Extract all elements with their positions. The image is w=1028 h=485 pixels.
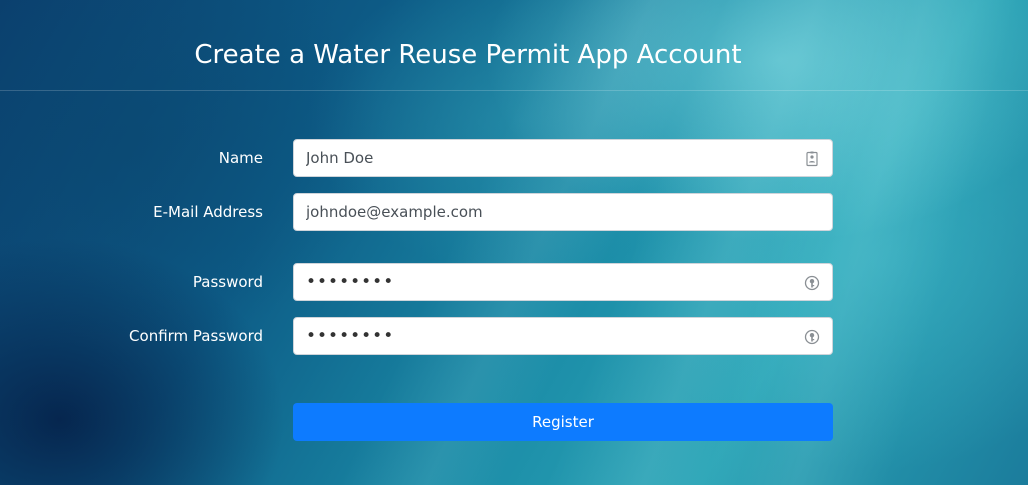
password-field-wrapper <box>293 263 833 301</box>
name-field-wrapper <box>293 139 833 177</box>
title-divider <box>0 90 1028 91</box>
name-label: Name <box>218 149 263 167</box>
password-input[interactable] <box>294 264 832 300</box>
password-label: Password <box>192 273 263 291</box>
key-icon[interactable] <box>804 275 820 291</box>
contact-card-icon[interactable] <box>804 151 820 167</box>
email-row: E-Mail Address <box>0 193 1028 231</box>
confirm-password-field-wrapper <box>293 317 833 355</box>
confirm-password-row: Confirm Password <box>0 317 1028 355</box>
name-row: Name <box>0 139 1028 177</box>
email-input[interactable] <box>294 194 832 230</box>
register-button[interactable]: Register <box>293 403 833 441</box>
confirm-password-input[interactable] <box>294 318 832 354</box>
page-title: Create a Water Reuse Permit App Account <box>194 40 742 70</box>
password-row: Password <box>0 263 1028 301</box>
key-icon[interactable] <box>804 329 820 345</box>
email-label: E-Mail Address <box>153 203 263 221</box>
confirm-password-label: Confirm Password <box>129 327 263 345</box>
email-field-wrapper <box>293 193 833 231</box>
name-input[interactable] <box>294 140 832 176</box>
